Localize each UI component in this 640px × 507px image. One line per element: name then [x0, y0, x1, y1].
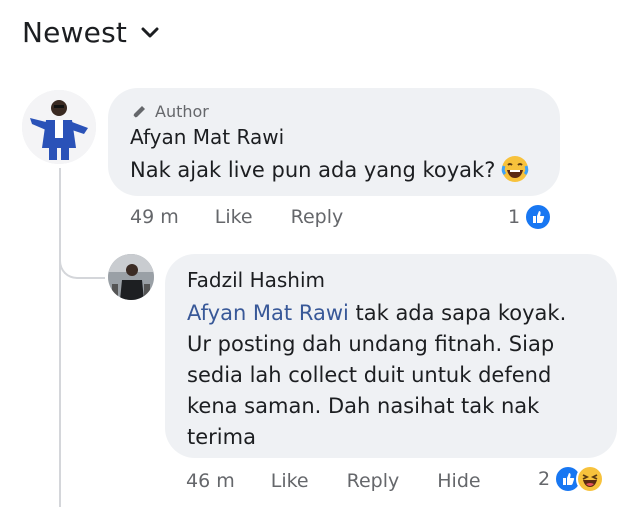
avatar[interactable] [108, 254, 154, 300]
laughing-emoji-icon [501, 155, 529, 192]
reaction-summary[interactable]: 2 [538, 465, 605, 493]
mention-link[interactable]: Afyan Mat Rawi [187, 301, 349, 325]
haha-icon [576, 465, 605, 493]
reaction-count: 1 [508, 206, 521, 228]
author-badge-label: Author [155, 102, 209, 121]
comment-body: Nak ajak live pun ada yang koyak? [130, 158, 496, 182]
sort-dropdown[interactable]: Newest [22, 16, 159, 49]
hide-button[interactable]: Hide [437, 470, 480, 492]
reaction-summary[interactable]: 1 [508, 203, 553, 231]
avatar[interactable] [22, 90, 96, 164]
commenter-name[interactable]: Fadzil Hashim [187, 268, 595, 292]
like-button[interactable]: Like [215, 206, 253, 228]
like-button[interactable]: Like [271, 470, 309, 492]
reply-bubble: Fadzil Hashim Afyan Mat Rawi tak ada sap… [165, 254, 617, 458]
pen-icon [133, 105, 145, 118]
author-badge: Author [130, 102, 538, 121]
like-icon [524, 203, 553, 231]
sort-label: Newest [22, 16, 128, 49]
comment-bubble: Author Afyan Mat Rawi Nak ajak live pun … [108, 88, 560, 196]
chevron-down-icon [141, 27, 159, 37]
reply-button[interactable]: Reply [291, 206, 344, 228]
comment-text: Nak ajak live pun ada yang koyak? [130, 155, 538, 192]
thread-line [59, 168, 61, 507]
commenter-name[interactable]: Afyan Mat Rawi [130, 125, 538, 149]
comment-actions: 49 m Like Reply [130, 206, 381, 228]
comment-time: 49 m [130, 206, 179, 228]
reaction-count: 2 [538, 468, 551, 490]
thread-connector [59, 233, 105, 279]
reply-actions: 46 m Like Reply Hide [186, 470, 481, 492]
reply-time: 46 m [186, 470, 235, 492]
reply-button[interactable]: Reply [347, 470, 400, 492]
reply-text: Afyan Mat Rawi tak ada sapa koyak. Ur po… [187, 298, 595, 453]
